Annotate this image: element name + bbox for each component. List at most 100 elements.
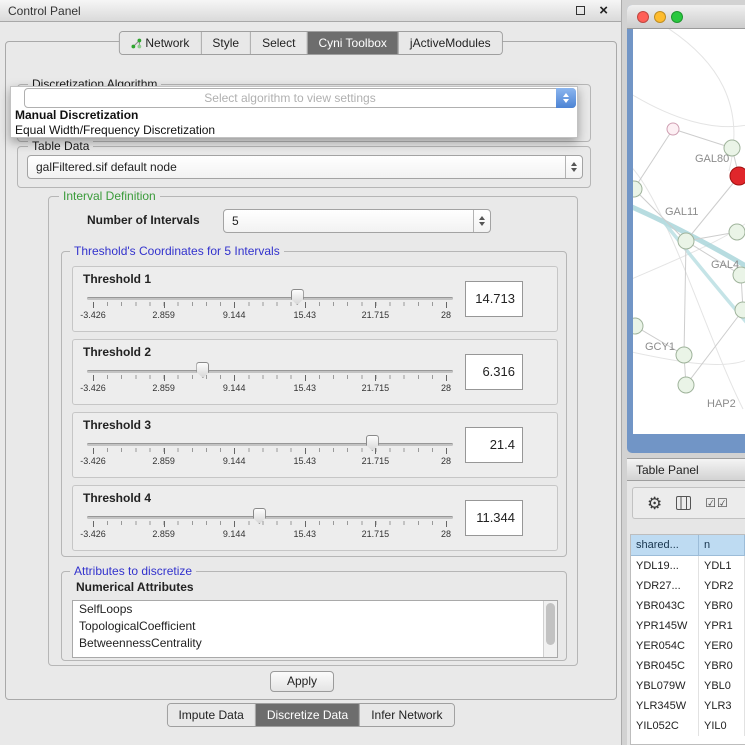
table-row[interactable]: YBR045CYBR0 bbox=[631, 656, 745, 676]
combobox-stepper-icon[interactable] bbox=[473, 210, 490, 232]
network-node[interactable] bbox=[678, 377, 694, 393]
slider-major-tick bbox=[305, 375, 306, 381]
table-data-value: galFiltered.sif default node bbox=[36, 156, 177, 178]
attribute-item[interactable]: TopologicalCoefficient bbox=[73, 618, 557, 635]
table-row[interactable]: YDL19...YDL1 bbox=[631, 556, 745, 576]
threshold-value-field[interactable]: 11.344 bbox=[465, 500, 523, 536]
numerical-attributes-label: Numerical Attributes bbox=[76, 580, 194, 594]
tab-cyni-toolbox[interactable]: Cyni Toolbox bbox=[306, 32, 397, 54]
close-traffic-light-icon[interactable] bbox=[637, 11, 649, 23]
dropdown-item[interactable]: Equal Width/Frequency Discretization bbox=[11, 123, 577, 138]
threshold-slider[interactable]: -3.4262.8599.14415.4321.71528 bbox=[87, 289, 453, 329]
apply-button[interactable]: Apply bbox=[270, 671, 334, 692]
algorithm-combobox-placeholder: Select algorithm to view settings bbox=[25, 89, 555, 107]
tab-impute-data[interactable]: Impute Data bbox=[167, 704, 254, 726]
network-node[interactable] bbox=[729, 224, 745, 240]
float-window-icon[interactable] bbox=[576, 6, 585, 15]
slider-tick-label: 9.144 bbox=[223, 310, 246, 320]
threshold-value-field[interactable]: 6.316 bbox=[465, 354, 523, 390]
slider-tick-label: 15.43 bbox=[294, 456, 317, 466]
slider-major-tick bbox=[305, 302, 306, 308]
tab-label: jActiveModules bbox=[410, 36, 491, 50]
slider-tick-label: 28 bbox=[441, 383, 451, 393]
select-columns-icon[interactable]: ☑☑ bbox=[705, 496, 729, 510]
threshold-block: Threshold 2-3.4262.8599.14415.4321.71528… bbox=[72, 339, 558, 405]
attribute-item[interactable]: BetweennessCentrality bbox=[73, 635, 557, 652]
table-header-cell[interactable]: shared... bbox=[631, 535, 699, 555]
tab-discretize-data[interactable]: Discretize Data bbox=[255, 704, 359, 726]
slider-tick-label: 9.144 bbox=[223, 529, 246, 539]
bottom-tab-bar: Impute DataDiscretize DataInfer Network bbox=[166, 703, 454, 727]
table-row[interactable]: YIL052CYIL0 bbox=[631, 716, 745, 736]
network-node[interactable] bbox=[667, 123, 679, 135]
tab-jactivemodules[interactable]: jActiveModules bbox=[398, 32, 502, 54]
table-panel: ⚙ ☑☑ shared...n YDL19...YDL1YDR27...YDR2… bbox=[627, 481, 745, 745]
threshold-slider[interactable]: -3.4262.8599.14415.4321.71528 bbox=[87, 435, 453, 475]
table-panel-titlebar: Table Panel bbox=[627, 458, 745, 481]
threshold-block: Threshold 1-3.4262.8599.14415.4321.71528… bbox=[72, 266, 558, 332]
slider-track bbox=[87, 370, 453, 373]
table-data-combobox[interactable]: galFiltered.sif default node bbox=[27, 155, 583, 179]
table-cell: YBL0 bbox=[699, 676, 745, 696]
slider-tick-label: 21.715 bbox=[362, 456, 390, 466]
slider-major-tick bbox=[375, 448, 376, 454]
threshold-slider[interactable]: -3.4262.8599.14415.4321.71528 bbox=[87, 508, 453, 548]
number-of-intervals-label: Number of Intervals bbox=[87, 213, 200, 227]
table-row[interactable]: YBL079WYBL0 bbox=[631, 676, 745, 696]
number-of-intervals-combobox[interactable]: 5 bbox=[223, 209, 491, 233]
network-node[interactable] bbox=[678, 233, 694, 249]
gear-icon[interactable]: ⚙ bbox=[647, 495, 662, 512]
table-row[interactable]: YPR145WYPR1 bbox=[631, 616, 745, 636]
slider-tick-label: 21.715 bbox=[362, 529, 390, 539]
network-node[interactable] bbox=[633, 181, 642, 197]
table-cell: YBL079W bbox=[631, 676, 699, 696]
attribute-item[interactable]: SelfLoops bbox=[73, 601, 557, 618]
slider-ticks bbox=[93, 375, 447, 379]
threshold-value-field[interactable]: 14.713 bbox=[465, 281, 523, 317]
table-header-cell[interactable]: n bbox=[699, 535, 745, 555]
number-of-intervals-value: 5 bbox=[232, 210, 239, 232]
scrollbar-thumb[interactable] bbox=[546, 603, 555, 645]
close-icon[interactable]: × bbox=[599, 2, 608, 20]
tab-style[interactable]: Style bbox=[200, 32, 250, 54]
network-node[interactable] bbox=[730, 167, 745, 185]
slider-tick-label: -3.426 bbox=[80, 310, 106, 320]
table-row[interactable]: YBR043CYBR0 bbox=[631, 596, 745, 616]
table-body: YDL19...YDL1YDR27...YDR2YBR043CYBR0YPR14… bbox=[631, 556, 745, 736]
network-edge[interactable] bbox=[686, 310, 743, 385]
network-node[interactable] bbox=[676, 347, 692, 363]
slider-tick-label: -3.426 bbox=[80, 383, 106, 393]
table-row[interactable]: YDR27...YDR2 bbox=[631, 576, 745, 596]
slider-tick-label: -3.426 bbox=[80, 529, 106, 539]
network-edge[interactable] bbox=[634, 129, 673, 189]
combobox-stepper-icon[interactable] bbox=[565, 156, 582, 178]
table-row[interactable]: YLR345WYLR3 bbox=[631, 696, 745, 716]
slider-tick-label: 28 bbox=[441, 310, 451, 320]
tab-infer-network[interactable]: Infer Network bbox=[359, 704, 453, 726]
node-label: GAL80 bbox=[695, 153, 729, 165]
network-edge[interactable] bbox=[673, 129, 732, 148]
threshold-value-field[interactable]: 21.4 bbox=[465, 427, 523, 463]
slider-tick-label: 9.144 bbox=[223, 456, 246, 466]
minimize-traffic-light-icon[interactable] bbox=[654, 11, 666, 23]
list-scrollbar[interactable] bbox=[543, 601, 557, 657]
tab-network[interactable]: Network bbox=[119, 32, 200, 54]
network-node[interactable] bbox=[735, 302, 745, 318]
table-cell: YBR0 bbox=[699, 596, 745, 616]
columns-icon[interactable] bbox=[676, 496, 691, 510]
threshold-slider[interactable]: -3.4262.8599.14415.4321.71528 bbox=[87, 362, 453, 402]
combobox-stepper-icon[interactable] bbox=[556, 88, 576, 108]
thresholds-group-label: Threshold's Coordinates for 5 Intervals bbox=[70, 244, 284, 258]
tab-select[interactable]: Select bbox=[250, 32, 306, 54]
tab-label: Select bbox=[262, 36, 295, 50]
zoom-traffic-light-icon[interactable] bbox=[671, 11, 683, 23]
network-edge[interactable] bbox=[684, 241, 686, 355]
table-row[interactable]: YER054CYER0 bbox=[631, 636, 745, 656]
table-cell: YBR043C bbox=[631, 596, 699, 616]
table-cell: YBR0 bbox=[699, 656, 745, 676]
algorithm-combobox[interactable]: Select algorithm to view settings bbox=[24, 88, 576, 108]
node-label: GCY1 bbox=[645, 341, 675, 353]
network-node[interactable] bbox=[633, 318, 643, 334]
dropdown-item[interactable]: Manual Discretization bbox=[11, 108, 577, 123]
network-canvas[interactable]: GAL80GAL11GAL4GCY1HAP2 bbox=[633, 29, 745, 434]
